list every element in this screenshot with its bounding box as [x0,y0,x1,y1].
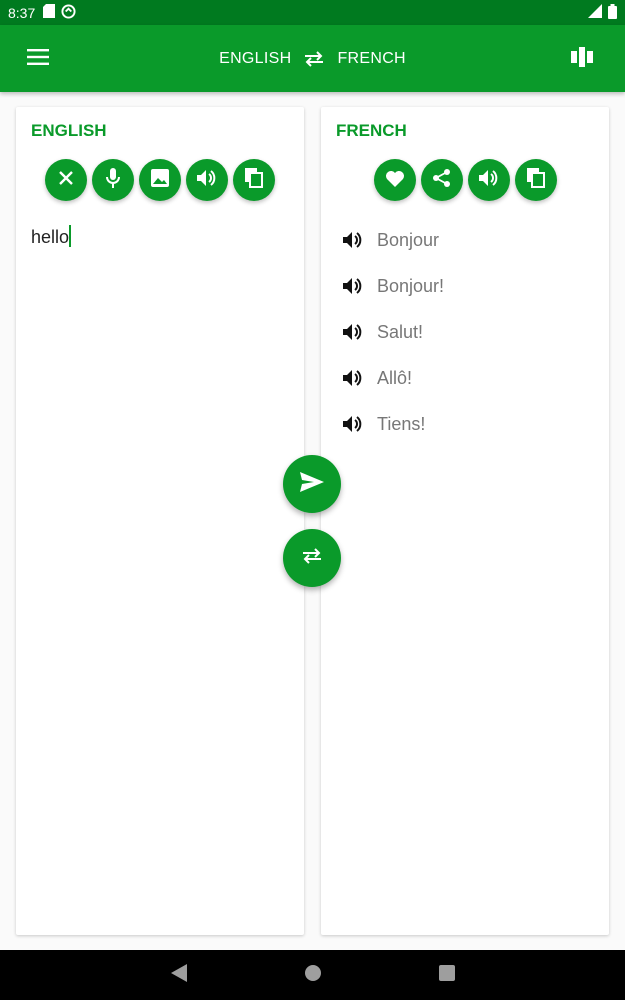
status-bar: 8:37 [0,0,625,25]
translation-item[interactable]: Tiens! [343,401,444,447]
language-switcher: ENGLISH FRENCH [0,25,625,92]
source-input-text: hello [31,227,70,247]
share-icon [432,168,452,193]
copy-target-button[interactable] [514,159,557,201]
speak-target-button[interactable] [467,159,510,201]
app-bar: ENGLISH FRENCH [0,25,625,92]
source-language-label[interactable]: ENGLISH [219,50,291,68]
translation-item[interactable]: Bonjour! [343,263,444,309]
recents-square-icon [438,964,455,986]
image-icon [150,168,170,193]
source-panel: ENGLISH hello [16,107,304,935]
swap-icon[interactable] [303,50,325,68]
clear-button[interactable] [45,159,87,201]
book-icon [571,46,593,73]
copy-icon [526,167,545,193]
translation-text: Bonjour [377,229,440,250]
system-nav-bar [0,950,625,1000]
target-panel-title: FRENCH [336,121,407,140]
speaker-icon [478,169,499,192]
heart-icon [385,169,405,192]
sync-icon [61,3,76,22]
speaker-icon [197,169,217,192]
translate-button[interactable] [283,455,341,513]
battery-icon [608,3,617,22]
speaker-icon[interactable] [343,415,365,433]
favorite-button[interactable] [373,159,416,201]
mic-icon [104,167,122,193]
nav-home-button[interactable] [301,963,325,987]
translation-text: Bonjour! [377,275,445,296]
translation-item[interactable]: Salut! [343,309,444,355]
target-action-row [321,159,609,201]
signal-icon [588,4,602,21]
swap-icon [301,547,323,570]
share-button[interactable] [420,159,463,201]
translation-text: Tiens! [377,413,426,434]
target-panel: FRENCH Bonjour Bonjour! Salut! Allô! Tie… [321,107,609,935]
speaker-icon[interactable] [343,369,365,387]
source-action-row [16,159,304,201]
swap-languages-button[interactable] [283,529,341,587]
phrasebook-button[interactable] [567,45,597,73]
back-triangle-icon [170,963,187,987]
translation-item[interactable]: Bonjour [343,217,444,263]
translation-text: Salut! [377,321,424,342]
text-caret [69,225,72,247]
speaker-icon[interactable] [343,231,365,249]
copy-source-button[interactable] [233,159,275,201]
speaker-icon[interactable] [343,277,365,295]
home-circle-icon [304,964,321,986]
nav-back-button[interactable] [167,963,191,987]
clear-icon [57,169,75,192]
nav-recents-button[interactable] [435,963,459,987]
status-time: 8:37 [8,4,36,21]
send-icon [300,471,324,497]
source-input[interactable]: hello [31,225,72,248]
speaker-icon[interactable] [343,323,365,341]
mic-button[interactable] [92,159,134,201]
image-button[interactable] [139,159,181,201]
speak-source-button[interactable] [186,159,228,201]
copy-icon [245,167,263,193]
target-language-label[interactable]: FRENCH [337,50,405,68]
translation-text: Allô! [377,367,413,388]
source-panel-title: ENGLISH [31,121,107,140]
menu-icon [27,48,49,70]
sd-card-icon [43,4,56,21]
translation-list: Bonjour Bonjour! Salut! Allô! Tiens! [343,217,444,447]
menu-button[interactable] [18,44,58,74]
translation-item[interactable]: Allô! [343,355,444,401]
